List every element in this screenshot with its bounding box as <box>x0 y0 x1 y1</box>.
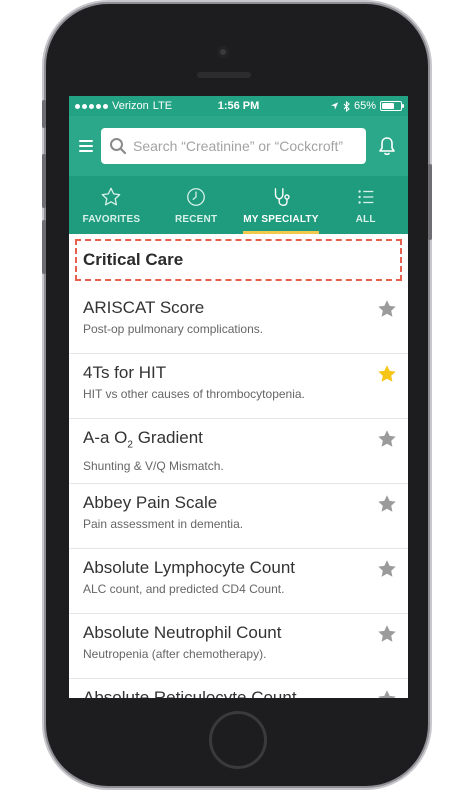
item-subtitle: Neutropenia (after chemotherapy). <box>83 647 267 661</box>
stethoscope-icon <box>274 187 290 206</box>
mute-switch <box>42 100 46 128</box>
list-item[interactable]: Absolute Neutrophil Count Neutropenia (a… <box>69 614 408 679</box>
item-title-end: Gradient <box>132 428 203 447</box>
favorite-star-icon[interactable] <box>376 623 398 645</box>
favorite-star-icon[interactable] <box>376 558 398 580</box>
volume-down-button <box>42 220 46 274</box>
favorite-star-icon[interactable] <box>376 363 398 385</box>
tab-favorites-label: FAVORITES <box>82 213 141 225</box>
list-item[interactable]: A-a O2 Gradient Shunting & V/Q Mismatch. <box>69 419 408 484</box>
list-item[interactable]: Absolute Lymphocyte Count ALC count, and… <box>69 549 408 614</box>
item-subtitle: Post-op pulmonary complications. <box>83 322 264 336</box>
volume-up-button <box>42 154 46 208</box>
item-title-main: A-a O <box>83 428 128 447</box>
status-bar: Verizon LTE 1:56 PM 65% <box>69 96 408 116</box>
section-header-critical-care: Critical Care <box>75 239 402 281</box>
item-title: Absolute Lymphocyte Count <box>83 558 295 577</box>
tab-all[interactable]: ALL <box>323 176 408 234</box>
list-icon <box>358 189 373 204</box>
item-title: A-a O2 Gradient <box>83 427 368 456</box>
app-screen: Verizon LTE 1:56 PM 65% Search “Creatini… <box>69 96 408 698</box>
hamburger-menu-icon[interactable] <box>79 140 93 152</box>
earpiece-speaker <box>197 72 251 78</box>
home-button[interactable] <box>209 711 267 769</box>
battery-icon <box>380 101 404 111</box>
star-outline-icon <box>102 187 121 205</box>
item-subtitle: ALC count, and predicted CD4 Count. <box>83 582 285 596</box>
item-subtitle: Pain assessment in dementia. <box>83 517 244 531</box>
favorite-star-icon[interactable] <box>376 493 398 515</box>
signal-strength-icon <box>75 103 108 109</box>
item-title: Absolute Reticulocyte Count <box>83 688 297 698</box>
front-camera <box>217 46 229 58</box>
network-type: LTE <box>152 100 173 112</box>
power-button <box>428 164 432 240</box>
favorite-star-icon[interactable] <box>376 298 398 320</box>
calculator-list: ARISCAT Score Post-op pulmonary complica… <box>69 289 408 698</box>
category-tabs: FAVORITES RECENT MY SPECIALTY ALL <box>69 176 408 234</box>
notifications-bell-icon[interactable] <box>374 133 400 159</box>
tab-recent[interactable]: RECENT <box>154 176 239 234</box>
item-subtitle: Shunting & V/Q Mismatch. <box>83 459 224 474</box>
list-item[interactable]: ARISCAT Score Post-op pulmonary complica… <box>69 289 408 354</box>
item-title: Absolute Neutrophil Count <box>83 623 282 642</box>
carrier-name: Verizon <box>112 100 149 112</box>
search-icon <box>110 138 127 155</box>
item-title: Abbey Pain Scale <box>83 493 218 512</box>
tab-favorites[interactable]: FAVORITES <box>69 176 154 234</box>
location-arrow-icon <box>330 102 339 110</box>
favorite-star-icon[interactable] <box>376 688 398 698</box>
tab-recent-label: RECENT <box>174 213 218 225</box>
item-subtitle: HIT vs other causes of thrombocytopenia. <box>83 387 305 401</box>
list-item[interactable]: 4Ts for HIT HIT vs other causes of throm… <box>69 354 408 419</box>
list-item[interactable]: Abbey Pain Scale Pain assessment in deme… <box>69 484 408 549</box>
search-bar[interactable] <box>101 128 366 164</box>
item-title: 4Ts for HIT <box>83 363 167 382</box>
battery-percent: 65% <box>353 100 376 112</box>
clock-icon <box>187 187 206 206</box>
tab-my-specialty[interactable]: MY SPECIALTY <box>239 176 324 234</box>
favorite-star-icon[interactable] <box>376 428 398 450</box>
list-item[interactable]: Absolute Reticulocyte Count <box>69 679 408 698</box>
app-header <box>69 116 408 176</box>
tab-all-label: ALL <box>355 213 376 225</box>
search-input[interactable] <box>133 138 358 154</box>
bluetooth-icon <box>343 100 350 112</box>
item-title: ARISCAT Score <box>83 298 205 317</box>
tab-my-specialty-label: MY SPECIALTY <box>243 213 319 225</box>
